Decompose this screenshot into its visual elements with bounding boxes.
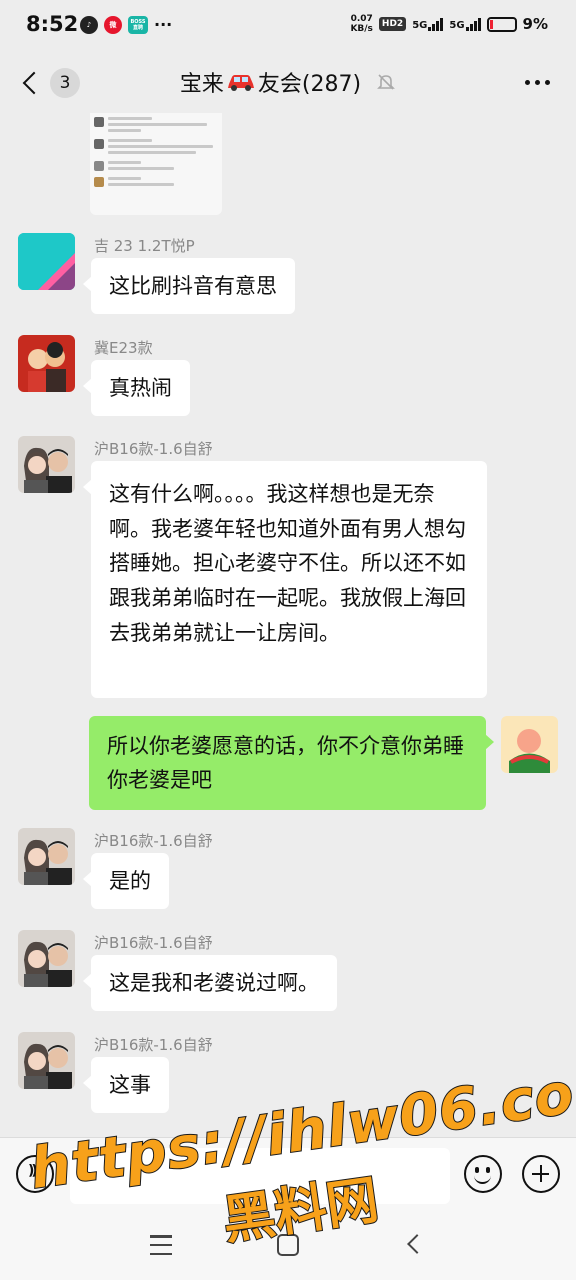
avatar[interactable]: [18, 335, 75, 392]
chat-header: 3 宝来 友会(287): [0, 52, 576, 112]
nav-back-icon[interactable]: [407, 1234, 427, 1254]
avatar[interactable]: [18, 436, 75, 493]
message-bubble[interactable]: 真热闹: [83, 360, 190, 416]
status-bar: 8:52 ♪ 微 BOSS 直聘 ··· 0.07 KB/s HD2 5G 5G…: [0, 0, 576, 52]
sender-name: 沪B16款-1.6自舒: [94, 832, 213, 850]
signal-2-icon: 5G: [449, 17, 481, 31]
sender-name: 沪B16款-1.6自舒: [94, 440, 213, 458]
avatar[interactable]: [18, 1032, 75, 1089]
net-speed-unit: KB/s: [350, 24, 373, 34]
image-message-thumbnail[interactable]: [90, 113, 222, 215]
more-notifications-icon: ···: [154, 15, 173, 34]
message-bubble[interactable]: 这事: [83, 1057, 169, 1113]
notification-icons: ♪ 微 BOSS 直聘 ···: [80, 15, 172, 34]
mute-icon: [377, 74, 396, 90]
my-avatar[interactable]: [501, 716, 558, 773]
boss-zhipin-icon: BOSS 直聘: [128, 15, 148, 34]
message-bubble[interactable]: 这比刷抖音有意思: [83, 258, 295, 314]
status-time: 8:52: [26, 12, 79, 36]
sender-name: 吉 23 1.2T悦P: [94, 237, 195, 255]
message-bubble[interactable]: 是的: [83, 853, 169, 909]
weibo-icon: 微: [104, 15, 122, 34]
car-emoji-icon: [227, 75, 254, 91]
more-button[interactable]: [525, 80, 550, 85]
tiktok-icon: ♪: [80, 15, 98, 34]
hd-voice-badge: HD2: [378, 17, 407, 31]
plus-icon[interactable]: [522, 1155, 560, 1193]
my-message-bubble[interactable]: 所以你老婆愿意的话，你不介意你弟睡你老婆是吧: [89, 716, 494, 810]
signal-2-label: 5G: [449, 20, 465, 31]
battery-icon: [486, 16, 517, 32]
battery-percent: 9%: [522, 15, 548, 33]
signal-1-label: 5G: [412, 20, 428, 31]
sender-name: 冀E23款: [94, 339, 153, 357]
avatar[interactable]: [18, 233, 75, 290]
avatar[interactable]: [18, 930, 75, 987]
message-bubble[interactable]: 这是我和老婆说过啊。: [83, 955, 337, 1011]
net-speed-value: 0.07: [350, 14, 373, 24]
chat-title-right: 友会(287): [257, 72, 362, 97]
sender-name: 沪B16款-1.6自舒: [94, 934, 213, 952]
signal-1-icon: 5G: [412, 17, 444, 31]
message-bubble[interactable]: 这有什么啊。。。。我这样想也是无奈啊。我老婆年轻也知道外面有男人想勾搭睡她。担心…: [83, 461, 487, 698]
avatar[interactable]: [18, 828, 75, 885]
chat-title: 宝来 友会(287): [0, 66, 576, 98]
emoji-icon[interactable]: [464, 1155, 502, 1193]
net-speed: 0.07 KB/s: [350, 14, 372, 34]
nav-menu-icon[interactable]: [150, 1235, 172, 1255]
chat-title-left: 宝来: [179, 72, 224, 97]
boss-icon-label: BOSS 直聘: [130, 18, 146, 31]
sender-name: 沪B16款-1.6自舒: [94, 1036, 213, 1054]
